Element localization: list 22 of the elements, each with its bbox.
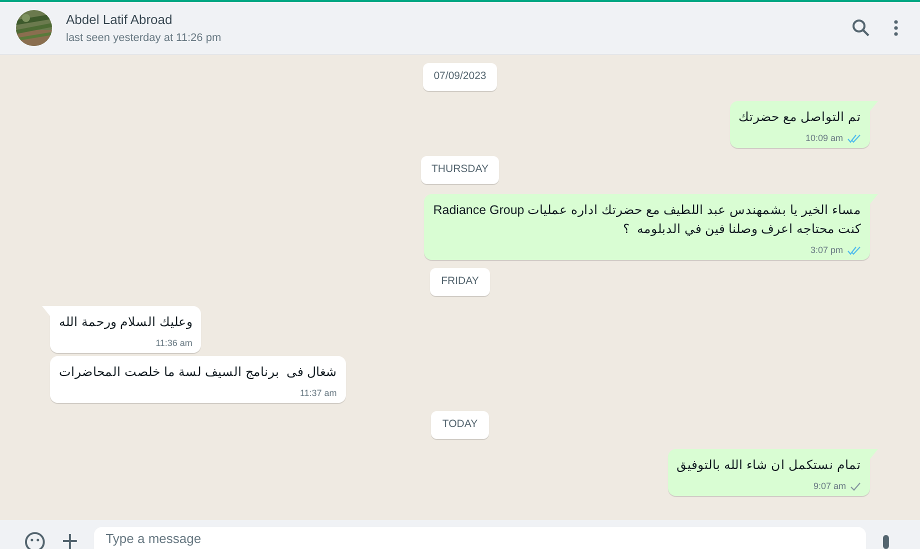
plus-icon[interactable] [62,533,78,549]
message-time: 3:07 pm [810,244,843,256]
date-chip: FRIDAY [430,268,490,296]
message-time: 10:09 am [805,132,843,144]
search-icon[interactable] [852,19,870,37]
message-time: 11:37 am [300,387,337,399]
message-text: تم التواصل مع حضرتك [738,109,861,126]
date-chip: 07/09/2023 [422,63,498,91]
message-text: شغال فى برنامج السيف لسة ما خلصت المحاضرات [59,364,337,381]
message-time: 11:36 am [156,337,192,349]
message-text: وعليك السلام ورحمة الله [59,314,192,331]
date-chip: TODAY [431,411,489,439]
date-chip: THURSDAY [420,156,500,184]
more-options-icon[interactable] [894,20,898,36]
message-text: مساء الخير يا بشمهندس عبد اللطيف مع حضرتك اداره عمليات Radiance Group كنت محتاجه اعرف وصلنا فين في الدبلومه ؟ [433,202,861,238]
message-text: تمام نستكمل ان شاء الله بالتوفيق [676,457,861,474]
microphone-icon[interactable] [882,535,890,549]
contact-name: Abdel Latif Abroad [66,11,174,29]
message-input-field[interactable]: Type a message [94,527,866,549]
last-seen-status: last seen yesterday at 11:26 pm [66,31,222,46]
message-time: 9:07 am [813,480,846,492]
emoji-icon[interactable] [24,531,46,549]
